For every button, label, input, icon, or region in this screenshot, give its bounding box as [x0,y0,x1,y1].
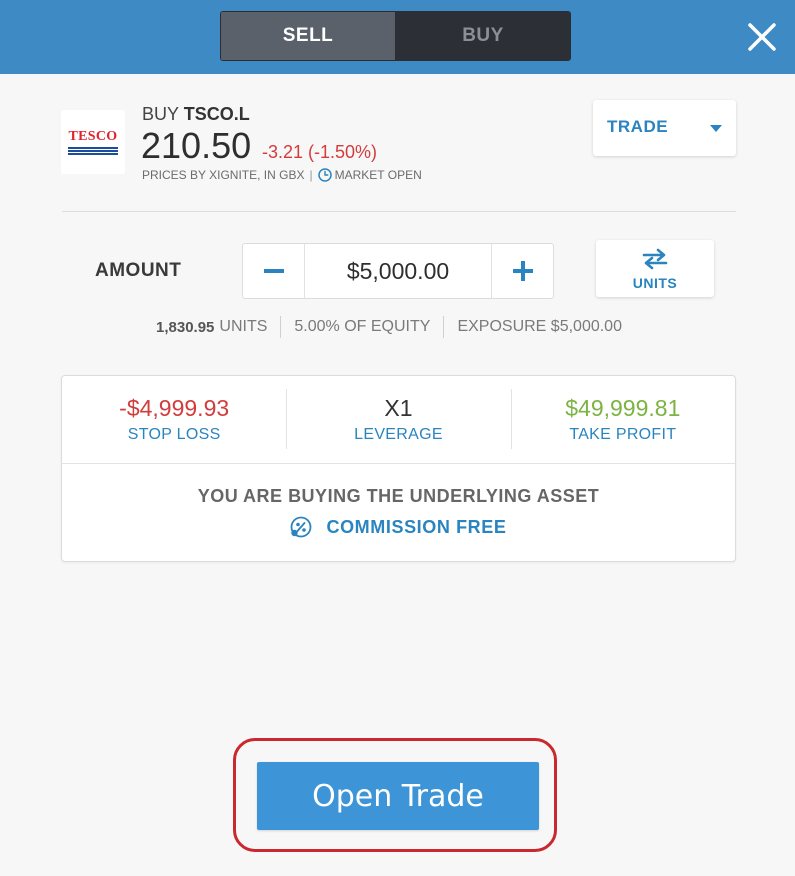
units-value: 1,830.95 [156,318,215,336]
separator: | [309,168,313,182]
minus-icon [264,269,284,273]
equity-percent: 5.00% OF EQUITY [294,318,431,335]
instrument-heading: BUY TSCO.L [142,104,250,125]
direction-toggle: SELL BUY [220,11,571,61]
buy-tab[interactable]: BUY [396,12,570,60]
plus-icon [513,261,533,281]
instrument-action: BUY [142,104,179,124]
take-profit-label: TAKE PROFIT [569,426,677,443]
header-bar: SELL BUY [0,0,795,74]
commission-free-label: COMMISSION FREE [326,516,507,537]
close-button[interactable] [745,20,779,54]
increase-amount-button[interactable] [491,244,553,298]
amount-stepper [242,243,554,299]
order-type-label: TRADE [607,117,669,136]
stop-loss-label: STOP LOSS [127,426,221,443]
units-toggle-button[interactable]: UNITS [596,240,714,297]
price-change: -3.21 (-1.50%) [262,142,378,162]
logo-wordmark: TESCO [68,128,118,144]
amount-input[interactable] [305,244,491,298]
position-summary: 1,830.95 UNITS 5.00% OF EQUITY EXPOSURE … [156,316,622,338]
logo-stripes [68,146,118,155]
exposure-value: EXPOSURE $5,000.00 [457,318,622,335]
market-status: MARKET OPEN [334,168,422,182]
take-profit-control[interactable]: $49,999.81 TAKE PROFIT [510,376,735,463]
clock-icon [317,168,332,182]
instrument-symbol: TSCO.L [183,104,250,124]
units-toggle-label: UNITS [632,275,678,291]
open-trade-button[interactable]: Open Trade [257,762,539,830]
commission-notice: COMMISSION FREE [62,516,735,538]
separator [280,316,282,338]
amount-label: AMOUNT [95,260,182,281]
decrease-amount-button[interactable] [243,244,305,298]
risk-controls: -$4,999.93 STOP LOSS X1 LEVERAGE $49,999… [62,376,735,464]
caret-down-icon [710,125,722,132]
swap-arrows-icon [642,248,668,270]
sell-tab[interactable]: SELL [221,12,396,60]
divider [62,211,736,212]
leverage-label: LEVERAGE [354,426,443,443]
order-type-dropdown[interactable]: TRADE [593,100,736,156]
leverage-value: X1 [384,395,413,421]
underlying-asset-notice: YOU ARE BUYING THE UNDERLYING ASSET [197,486,600,506]
take-profit-value: $49,999.81 [565,395,681,421]
separator [443,316,445,338]
units-label: UNITS [219,318,268,335]
price-source: PRICES BY XIGNITE, IN GBX [142,168,305,182]
instrument-price: 210.50 [141,125,252,166]
instrument-logo: TESCO [61,110,125,174]
leverage-control[interactable]: X1 LEVERAGE [286,376,510,463]
percent-badge-icon [291,516,312,538]
stop-loss-control[interactable]: -$4,999.93 STOP LOSS [62,376,286,463]
price-source-line: PRICES BY XIGNITE, IN GBX | MARKET OPEN [142,168,422,182]
close-icon [748,23,776,51]
stop-loss-value: -$4,999.93 [119,395,230,421]
risk-panel: -$4,999.93 STOP LOSS X1 LEVERAGE $49,999… [61,375,736,562]
